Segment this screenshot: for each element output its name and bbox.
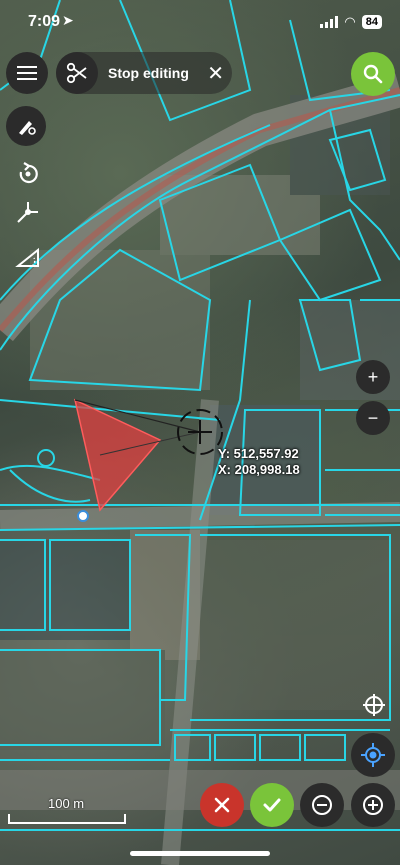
cancel-button[interactable] [200,783,244,827]
scissors-icon [66,62,87,84]
measure-angle-icon [15,247,39,267]
edited-polygon[interactable] [73,398,201,522]
zoom-out-button[interactable] [300,783,344,827]
signal-icon [320,16,339,28]
scale-bar: 100 m [8,796,126,832]
coordinate-readout: Y: 512,557.92 X: 208,998.18 [218,446,300,478]
editing-toolbar: Stop editing ✕ [56,52,232,94]
wifi-icon: ◠ [344,14,356,29]
check-icon [263,798,281,812]
confirm-button[interactable] [250,783,294,827]
zoom-in-button[interactable] [351,783,395,827]
zoom-out-icon [312,795,332,815]
edit-style-button[interactable] [6,106,46,146]
zoom-out-small-button[interactable]: − [356,401,390,435]
zoom-in-icon [363,795,383,815]
target-plus-icon [363,694,385,716]
menu-icon [17,66,37,80]
add-point-button[interactable] [362,693,386,717]
status-time: 7:09 [28,13,61,30]
rotate-icon [19,162,38,183]
status-bar: 7:09 ➤ ◠ 84 [0,0,400,44]
home-indicator [130,851,270,856]
x-coordinate: X: 208,998.18 [218,462,300,477]
measure-angle-button[interactable] [14,244,42,272]
locate-button[interactable] [351,733,395,777]
search-icon [363,64,383,84]
cut-button[interactable] [56,52,98,94]
stop-editing-label[interactable]: Stop editing [108,65,189,81]
y-coordinate: Y: 512,557.92 [218,446,299,461]
search-button[interactable] [351,52,395,96]
rotate-button[interactable] [14,160,42,188]
menu-button[interactable] [6,52,48,94]
vertex-button[interactable] [14,198,42,226]
scale-label: 100 m [48,796,85,811]
zoom-in-small-button[interactable]: + [356,360,390,394]
location-arrow-icon: ➤ [62,12,74,28]
parcel-lines-layer [0,0,400,865]
scale-bar-line [8,814,126,824]
battery-badge: 84 [361,15,382,29]
vertex-icon [17,202,38,223]
edit-style-icon [19,121,36,135]
cancel-icon [214,797,230,813]
gps-locate-icon [361,743,385,767]
close-icon[interactable]: ✕ [207,61,224,86]
aerial-map[interactable] [0,0,400,865]
